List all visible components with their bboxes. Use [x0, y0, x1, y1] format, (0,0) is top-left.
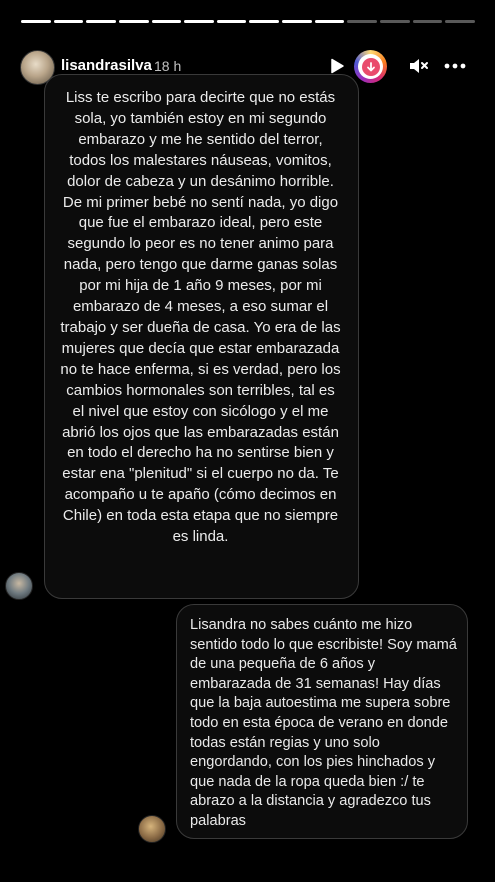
- progress-segment: [184, 20, 214, 23]
- progress-segment: [86, 20, 116, 23]
- reply-message-bubble: Lisandra no sabes cuánto me hizo sentido…: [176, 604, 468, 839]
- progress-segment: [151, 20, 182, 23]
- progress-segment: [118, 20, 149, 23]
- sender-avatar[interactable]: [5, 572, 33, 600]
- received-message-text: Liss te escribo para decirte que no está…: [60, 89, 341, 546]
- progress-segment: [380, 20, 410, 23]
- reply-message-text: Lisandra no sabes cuánto me hizo sentido…: [190, 617, 457, 829]
- progress-segment: [347, 20, 378, 23]
- music-icon[interactable]: [354, 50, 387, 83]
- mute-icon[interactable]: [406, 53, 432, 79]
- story-progress-bar: [21, 20, 475, 23]
- more-icon[interactable]: [442, 53, 468, 79]
- progress-segment: [445, 20, 475, 23]
- username[interactable]: lisandrasilva: [61, 57, 152, 74]
- received-message-bubble: Liss te escribo para decirte que no está…: [44, 74, 359, 599]
- progress-segment: [53, 20, 84, 23]
- reply-sender-avatar[interactable]: [138, 815, 166, 843]
- progress-segment: [249, 20, 280, 23]
- progress-segment: [314, 20, 345, 23]
- progress-segment: [282, 20, 312, 23]
- post-time: 18 h: [154, 58, 182, 74]
- progress-segment: [216, 20, 247, 23]
- progress-segment: [21, 20, 51, 23]
- progress-segment: [412, 20, 443, 23]
